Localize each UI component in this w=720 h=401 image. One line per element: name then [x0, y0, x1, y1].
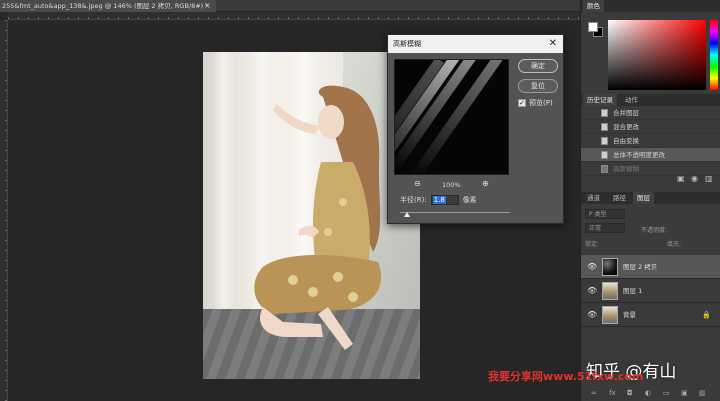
document-icon — [601, 151, 608, 159]
blend-mode-select[interactable]: 正常 — [585, 223, 625, 233]
layers-list: 👁 图层 2 拷贝 👁 图层 1 👁 背景 🔒 — [581, 255, 720, 327]
adjustment-icon[interactable]: ◐ — [645, 389, 651, 397]
tab-actions[interactable]: 动作 — [621, 94, 642, 106]
tab-layers[interactable]: 图层 — [633, 192, 654, 204]
radius-label: 半径(R): — [400, 196, 427, 204]
document-icon — [601, 109, 608, 117]
layer-row[interactable]: 👁 图层 1 — [581, 279, 720, 303]
document-icon — [601, 165, 608, 173]
ok-button[interactable]: 确定 — [518, 59, 558, 73]
history-item[interactable]: 合并图层 — [581, 106, 720, 120]
tab-history[interactable]: 历史记录 — [583, 94, 617, 106]
vertical-ruler — [0, 20, 8, 401]
document-tab-bar: 255&fmt_auto&app_138&.jpeg @ 146% (图层 2 … — [0, 0, 580, 12]
site-watermark: 我要分享网www.51fxw.com — [488, 370, 644, 383]
trash-icon[interactable]: ▥ — [699, 389, 706, 397]
link-icon[interactable]: ∞ — [591, 389, 597, 397]
zoom-controls: ⊖ 100% ⊕ — [394, 179, 509, 191]
radius-value: 1.8 — [432, 196, 446, 204]
reset-button[interactable]: 复位 — [518, 79, 558, 93]
history-item-label: 自由变换 — [613, 137, 639, 145]
folder-icon[interactable]: ▭ — [663, 389, 670, 397]
history-item-label: 总体不透明度更改 — [613, 151, 665, 159]
document-tab-title: 255&fmt_auto&app_138&.jpeg @ 146% (图层 2 … — [2, 2, 209, 10]
foreground-swatch[interactable] — [588, 22, 598, 32]
document-icon — [601, 137, 608, 145]
trash-icon[interactable]: ▥ — [705, 174, 713, 183]
radius-slider-thumb[interactable] — [404, 212, 410, 217]
layers-footer: ∞ fx ◘ ◐ ▭ ▣ ▥ — [581, 389, 720, 401]
layer-filter-select[interactable]: P 类型 — [585, 209, 625, 219]
history-item[interactable]: 自由变换 — [581, 134, 720, 148]
document-tab[interactable]: 255&fmt_auto&app_138&.jpeg @ 146% (图层 2 … — [0, 0, 216, 12]
history-item[interactable]: 混合更改 — [581, 120, 720, 134]
layer-name: 图层 2 拷贝 — [623, 263, 658, 271]
history-list: 合并图层 混合更改 自由变换 总体不透明度更改 高斯模糊 — [581, 106, 720, 176]
close-icon[interactable]: × — [204, 0, 211, 12]
radius-input[interactable]: 1.8 — [430, 195, 459, 205]
horizontal-ruler — [8, 12, 580, 20]
eye-icon[interactable]: 👁 — [587, 303, 597, 327]
layer-thumbnail — [602, 258, 618, 276]
tab-color[interactable]: 颜色 — [583, 0, 604, 12]
radius-row: 半径(R): 1.8 像素 — [400, 195, 477, 205]
color-panel — [581, 12, 720, 92]
hue-slider[interactable] — [710, 20, 718, 90]
history-item-label: 高斯模糊 — [613, 165, 639, 173]
new-layer-icon[interactable]: ▣ — [681, 389, 688, 397]
history-item[interactable]: 总体不透明度更改 — [581, 148, 720, 162]
radius-slider-track[interactable] — [400, 212, 510, 213]
layer-row[interactable]: 👁 图层 2 拷贝 — [581, 255, 720, 279]
tab-paths[interactable]: 路径 — [609, 192, 630, 204]
layer-name: 背景 — [623, 311, 636, 319]
fx-icon[interactable]: fx — [609, 389, 616, 397]
preview-label: 预览(P) — [529, 99, 553, 107]
mask-icon[interactable]: ◘ — [627, 389, 633, 397]
checkmark-icon[interactable]: ✓ — [518, 99, 526, 107]
zoom-out-icon[interactable]: ⊖ — [414, 179, 421, 188]
blur-preview[interactable] — [394, 59, 509, 175]
zoom-in-icon[interactable]: ⊕ — [482, 179, 489, 188]
opacity-label: 不透明度: — [641, 227, 668, 234]
lock-label: 锁定: — [585, 241, 600, 248]
color-panel-tabs: 颜色 — [581, 0, 720, 12]
zoom-level: 100% — [442, 181, 461, 189]
radius-unit: 像素 — [462, 196, 477, 204]
eye-icon[interactable]: 👁 — [587, 255, 597, 279]
dialog-title: 高斯模糊 — [388, 35, 563, 53]
close-icon[interactable]: ✕ — [549, 35, 557, 53]
history-toolbar: ▣ ◉ ▥ — [581, 174, 720, 186]
new-document-icon[interactable]: ▣ — [677, 174, 685, 183]
tab-channels[interactable]: 通道 — [583, 192, 604, 204]
layer-row[interactable]: 👁 背景 🔒 — [581, 303, 720, 327]
lock-icon: 🔒 — [702, 311, 711, 319]
eye-icon[interactable]: 👁 — [587, 279, 597, 303]
fill-label: 填充: — [667, 241, 682, 248]
history-item-label: 合并图层 — [613, 109, 639, 117]
layer-thumbnail — [602, 306, 618, 324]
layers-panel-tabs: 通道 路径 图层 — [581, 192, 720, 204]
preview-checkbox[interactable]: ✓ 预览(P) — [518, 98, 553, 108]
layer-thumbnail — [602, 282, 618, 300]
right-panels: 颜色 历史记录 动作 合并图层 混合更改 自由变换 总体不透明度更改 高斯模糊 … — [580, 0, 720, 401]
history-item-label: 混合更改 — [613, 123, 639, 131]
layer-name: 图层 1 — [623, 287, 643, 295]
gaussian-blur-dialog: 高斯模糊 ✕ 确定 复位 ✓ 预览(P) ⊖ 100% ⊕ 半径(R): 1.8… — [387, 34, 564, 224]
history-panel-tabs: 历史记录 动作 — [581, 94, 720, 106]
document-icon — [601, 123, 608, 131]
color-picker-field[interactable] — [608, 20, 706, 90]
camera-icon[interactable]: ◉ — [691, 174, 698, 183]
